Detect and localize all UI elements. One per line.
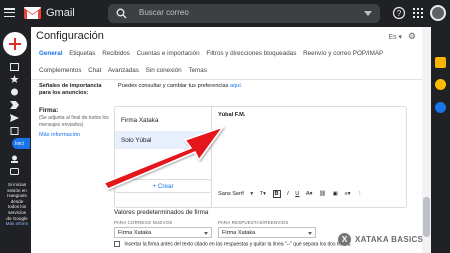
svg-text:?: ? [397, 9, 402, 18]
help-icon[interactable]: ? [392, 6, 406, 20]
tabs-divider [31, 79, 422, 80]
new-emails-signature-select[interactable]: Firma Xataka [114, 227, 212, 238]
font-select[interactable]: Sans Serif [218, 191, 244, 197]
tab-temas[interactable]: Temas [188, 67, 207, 74]
insert-signature-checkbox[interactable] [114, 241, 120, 247]
image-icon[interactable]: ▣ [333, 191, 338, 197]
left-navigation: Inici Si inicias sesión en Hangouts desd… [0, 27, 30, 253]
search-options-icon[interactable] [364, 11, 372, 16]
watermark-text: XATAKA BASICS [355, 235, 424, 244]
settings-tabs-row1: General Etiquetas Recibidos Cuentas e im… [39, 50, 388, 57]
signature-more-info-link[interactable]: Más información [39, 132, 80, 138]
importance-link[interactable]: aquí. [230, 83, 242, 89]
tab-avanzadas[interactable]: Avanzadas [108, 67, 139, 74]
plus-icon: + [152, 183, 157, 190]
formatting-toolbar: Sans Serif ▾ T▾ B I U A▾ ⛓ ▣ ≡▾ ⋮ [218, 190, 368, 198]
apps-grid-icon[interactable] [411, 6, 425, 20]
underline-icon[interactable]: U [295, 191, 299, 197]
hangouts-chat-icon[interactable] [10, 168, 19, 176]
insert-signature-option: Insertar la firma antes del texto citado… [114, 241, 352, 247]
calendar-icon[interactable] [435, 102, 446, 113]
signature-text-area[interactable]: Yúbal F.M. Sans Serif ▾ T▾ B I U A▾ ⛓ ▣ … [213, 107, 406, 207]
align-icon[interactable]: ≡▾ [345, 191, 351, 197]
signature-label: Firma: [39, 107, 59, 114]
importance-text: Puedes consultar y cambiar tus preferenc… [118, 83, 242, 89]
tab-reenvio[interactable]: Reenvío y correo POP/IMAP [303, 50, 383, 57]
signature-content[interactable]: Yúbal F.M. [218, 112, 245, 118]
select-caret-icon [204, 232, 208, 235]
settings-tabs-row2: Complementos Chat Avanzadas Sin conexión… [39, 67, 212, 74]
tab-recibidos[interactable]: Recibidos [102, 50, 130, 57]
create-signature-button[interactable]: + Crear [114, 179, 212, 193]
inbox-icon[interactable] [10, 63, 19, 71]
hangouts-contacts-icon[interactable] [10, 155, 19, 163]
account-avatar[interactable] [430, 5, 446, 21]
side-panel [431, 27, 450, 253]
search-input[interactable]: Buscar correo [139, 8, 189, 17]
snoozed-icon[interactable] [10, 88, 19, 96]
new-emails-label: PARA CORREOS NUEVOS [114, 220, 173, 225]
font-dropdown-icon[interactable]: ▾ [250, 191, 253, 197]
insert-signature-text: Insertar la firma antes del texto citado… [124, 241, 352, 248]
keep-icon[interactable] [435, 57, 446, 68]
text-color-icon[interactable]: A▾ [306, 191, 313, 197]
sent-icon[interactable] [10, 114, 19, 122]
replies-signature-select[interactable]: Firma Xataka [218, 227, 316, 238]
language-caret-icon[interactable]: ▾ [398, 34, 402, 41]
hangouts-account-badge[interactable]: Inici [12, 138, 30, 149]
create-label: Crear [157, 183, 174, 190]
signature-description: (Se adjunta al final de todos los mensaj… [39, 115, 109, 128]
tab-complementos[interactable]: Complementos [39, 67, 81, 74]
xataka-logo-icon: X [338, 233, 351, 246]
vertical-scrollbar[interactable] [422, 27, 431, 253]
hangouts-more-info-link[interactable]: Más inform [5, 221, 29, 227]
replies-value: Firma Xataka [222, 230, 256, 236]
tab-general[interactable]: General [39, 50, 62, 57]
header-actions: Es ▾ ⚙ [388, 31, 416, 42]
top-bar: Gmail Buscar correo ? [0, 0, 450, 27]
settings-panel: Configuración Es ▾ ⚙ General Etiquetas R… [31, 27, 422, 253]
tab-filtros[interactable]: Filtros y direcciones bloqueadas [206, 50, 296, 57]
more-format-icon[interactable]: ⋮ [357, 191, 363, 197]
search-bar[interactable]: Buscar correo [108, 4, 380, 23]
signature-item-firma-xataka[interactable]: Firma Xataka [115, 111, 211, 129]
app-name[interactable]: Gmail [46, 7, 75, 19]
tasks-icon[interactable] [435, 79, 446, 90]
bold-icon[interactable]: B [272, 190, 281, 198]
tab-sin-conexion[interactable]: Sin conexión [146, 67, 182, 74]
starred-icon[interactable] [10, 75, 19, 83]
signature-defaults-title: Valores predeterminados de firma [114, 209, 209, 216]
edit-signature-icon[interactable]: ✎ [189, 137, 195, 145]
link-icon[interactable]: ⛓ [319, 191, 326, 197]
tab-etiquetas[interactable]: Etiquetas [69, 50, 95, 57]
delete-signature-icon[interactable]: 🗑 [199, 137, 208, 145]
importance-label: Señales de importancia para los anuncios… [39, 83, 102, 96]
important-icon[interactable] [10, 101, 19, 109]
select-caret-icon [308, 232, 312, 235]
drafts-icon[interactable] [10, 127, 19, 135]
scrollbar-thumb[interactable] [423, 197, 430, 237]
replies-label: PARA RESPUESTAS/REENVÍOS [218, 220, 289, 225]
search-icon[interactable] [116, 8, 127, 19]
signature-item-solo-yubal[interactable]: Solo Yúbal [115, 131, 211, 149]
tab-chat[interactable]: Chat [88, 67, 101, 74]
language-button[interactable]: Es [388, 34, 396, 41]
hangouts-signin-text: Si inicias sesión en Hangouts desde todo… [5, 182, 29, 227]
settings-gear-icon[interactable]: ⚙ [408, 31, 416, 41]
page-title: Configuración [36, 30, 104, 42]
hangouts-message: Si inicias sesión en Hangouts desde todo… [6, 182, 28, 221]
new-emails-value: Firma Xataka [118, 230, 152, 236]
italic-icon[interactable]: I [287, 191, 289, 197]
text-size-icon[interactable]: T▾ [260, 191, 266, 197]
main-menu-icon[interactable] [4, 8, 15, 18]
tab-cuentas[interactable]: Cuentas e importación [137, 50, 200, 57]
importance-description: Puedes consultar y cambiar tus preferenc… [118, 83, 229, 89]
compose-button[interactable] [3, 32, 27, 56]
gmail-logo-icon[interactable] [24, 7, 41, 19]
